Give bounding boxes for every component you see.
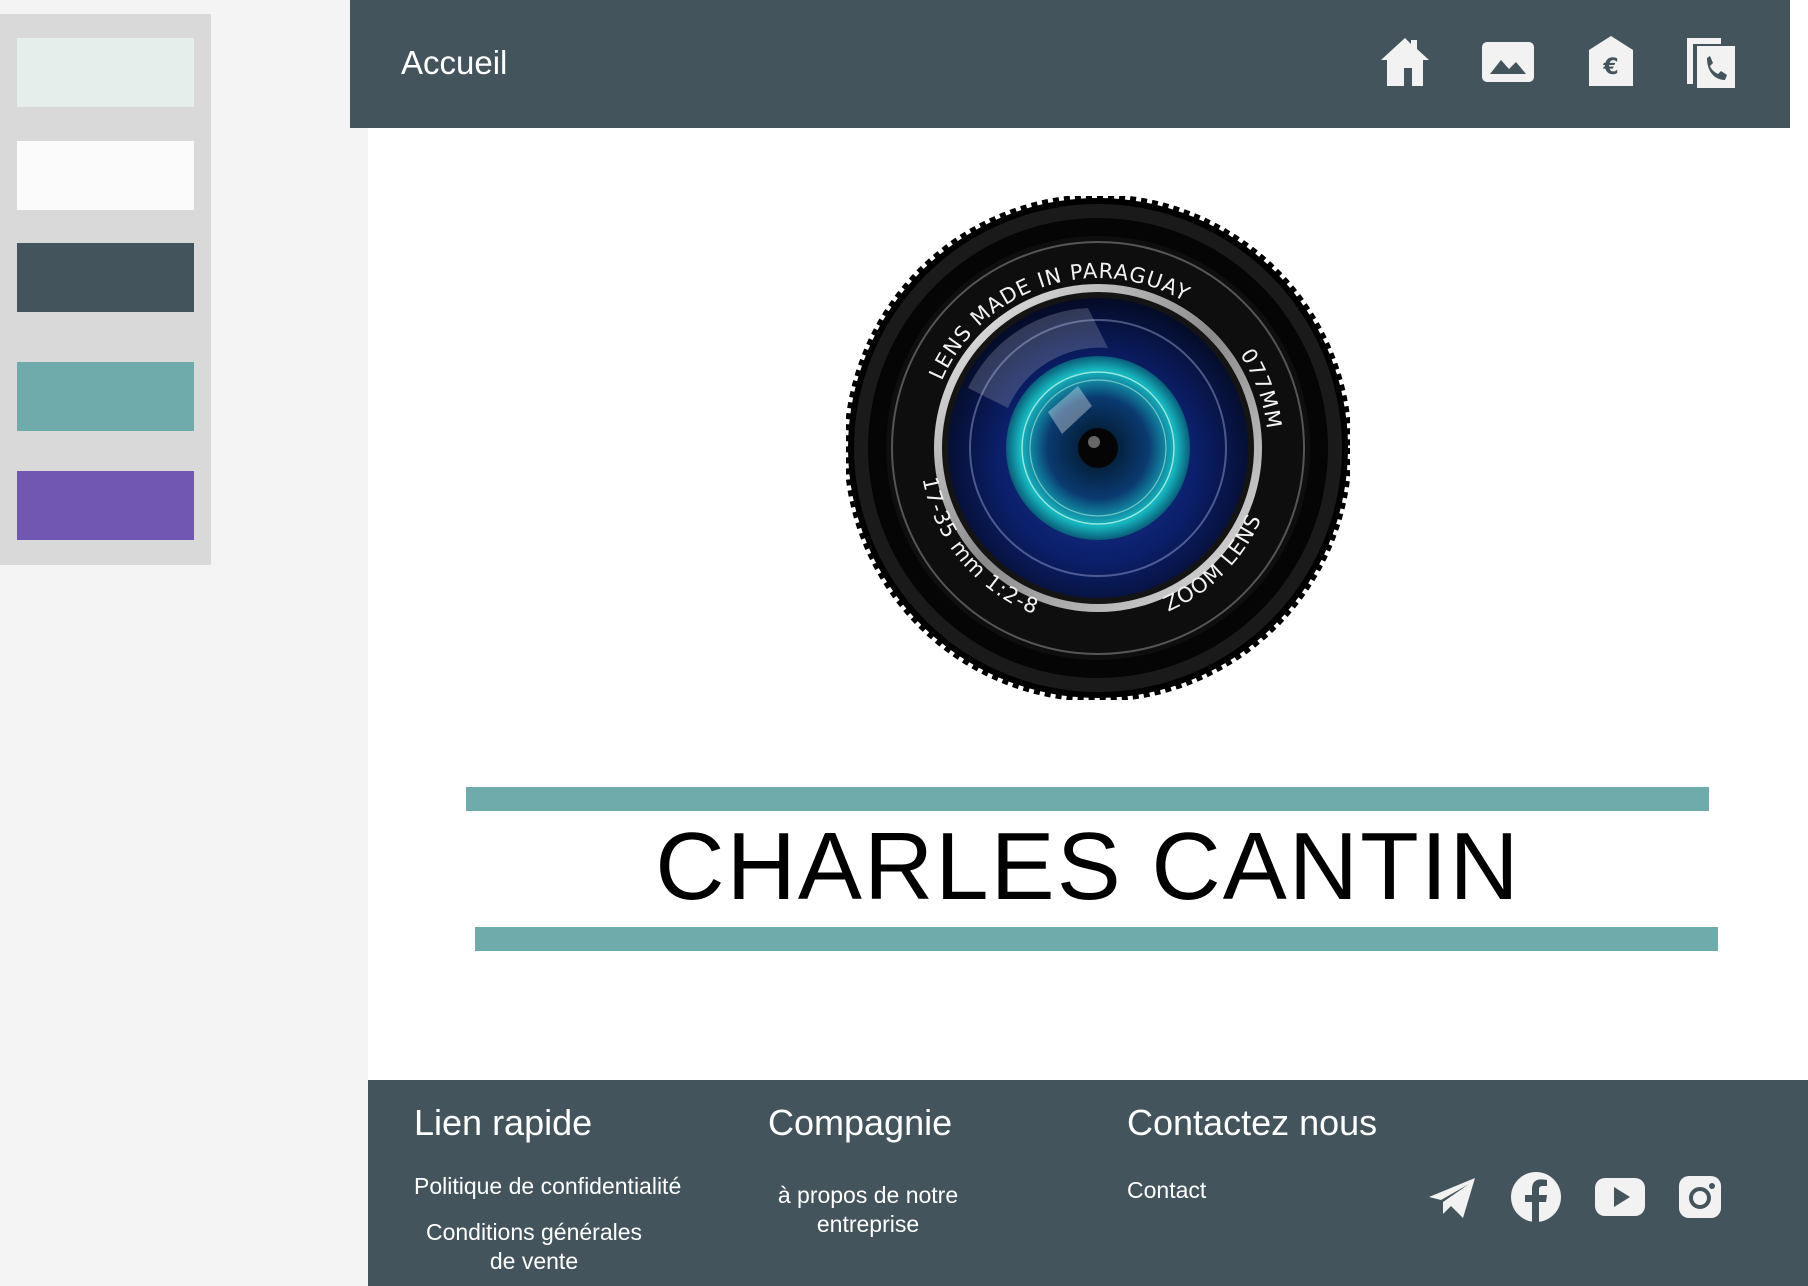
footer-link-contact[interactable]: Contact [1127, 1176, 1206, 1205]
footer-link-about-line1[interactable]: à propos de notre [778, 1182, 958, 1208]
swatch-white [17, 141, 194, 210]
page-canvas: Accueil € LENS MADE IN PARAGUAY 077MM 17… [350, 0, 1808, 1286]
instagram-icon[interactable] [1673, 1170, 1727, 1224]
accent-bar-top [466, 787, 1709, 811]
hero-name: CHARLES CANTIN [655, 813, 1521, 920]
bank-euro-icon[interactable]: € [1583, 34, 1639, 90]
footer-heading-contact: Contactez nous [1127, 1102, 1378, 1143]
footer-link-privacy[interactable]: Politique de confidentialité [414, 1172, 681, 1201]
top-navbar: Accueil € [350, 0, 1790, 128]
contact-phone-icon[interactable] [1683, 34, 1739, 90]
swatch-teal [17, 362, 194, 431]
footer-link-terms-line2[interactable]: de vente [490, 1248, 578, 1274]
image-icon[interactable] [1480, 34, 1536, 90]
footer: Lien rapide Politique de confidentialité… [368, 1080, 1808, 1286]
footer-heading-quick-links: Lien rapide [414, 1102, 593, 1143]
swatch-light-mint [17, 38, 194, 107]
color-palette [0, 14, 211, 565]
telegram-icon[interactable] [1425, 1170, 1479, 1224]
youtube-icon[interactable] [1593, 1170, 1647, 1224]
camera-lens-image: LENS MADE IN PARAGUAY 077MM 17-35 mm 1:2… [846, 196, 1350, 700]
footer-link-terms[interactable]: Conditions générales de vente [414, 1218, 654, 1276]
footer-link-about[interactable]: à propos de notre entreprise [768, 1181, 968, 1239]
home-icon[interactable] [1377, 34, 1433, 90]
footer-link-about-line2[interactable]: entreprise [817, 1211, 919, 1237]
facebook-icon[interactable] [1509, 1170, 1563, 1224]
swatch-slate [17, 243, 194, 312]
nav-title-accueil[interactable]: Accueil [401, 44, 507, 82]
footer-link-terms-line1[interactable]: Conditions générales [426, 1219, 642, 1245]
accent-bar-bottom [475, 927, 1718, 951]
swatch-purple [17, 471, 194, 540]
svg-text:€: € [1602, 55, 1618, 80]
footer-heading-company: Compagnie [768, 1102, 953, 1143]
